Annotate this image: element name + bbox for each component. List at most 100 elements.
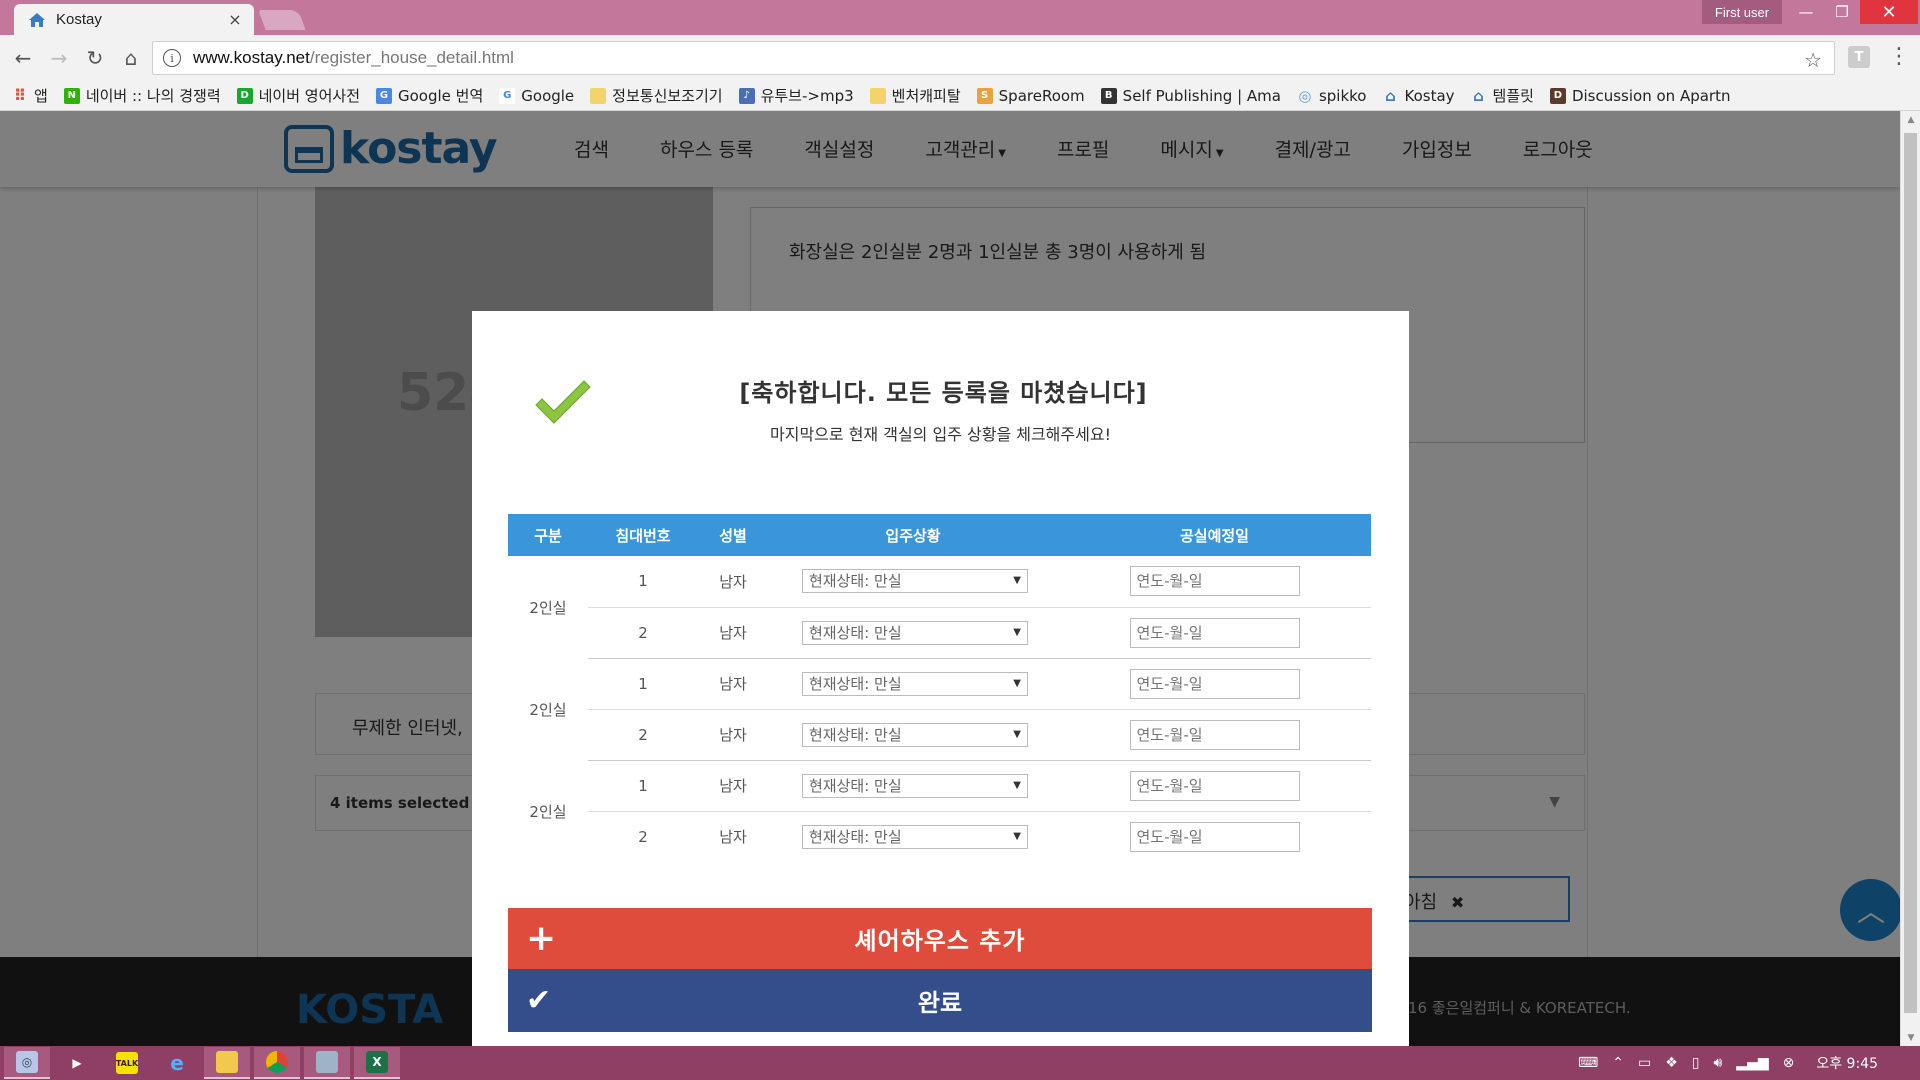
add-sharehouse-label: 셰어하우스 추가 — [854, 927, 1026, 955]
taskbar-chrome[interactable] — [254, 1047, 300, 1079]
bed-number-cell: 1 — [588, 556, 698, 608]
folder-icon — [869, 87, 886, 104]
url-host: www.kostay.net — [193, 48, 310, 67]
bookmark-item[interactable]: G Google — [499, 87, 574, 105]
tab-close-icon[interactable]: × — [226, 10, 244, 29]
bookmark-item[interactable]: ♪ 유투브->mp3 — [738, 85, 854, 106]
vacancy-date-input[interactable] — [1129, 719, 1300, 750]
taskbar-internet-explorer[interactable]: e — [154, 1047, 200, 1079]
done-button[interactable]: ✔ 완료 — [508, 969, 1372, 1032]
page-scrollbar[interactable]: ▲ ▼ — [1900, 111, 1920, 1046]
taskbar-kakaotalk[interactable]: TALK — [104, 1047, 150, 1079]
scroll-up-icon[interactable]: ▲ — [1901, 111, 1920, 128]
home-button-icon[interactable]: ⌂ — [114, 41, 148, 75]
bookmark-item[interactable]: ⠿ 앱 — [12, 85, 48, 106]
back-icon[interactable]: ← — [6, 41, 40, 75]
table-row: 2 남자 현재상태: 만실 ▼ — [508, 811, 1371, 862]
window-close-icon[interactable]: ✕ — [1860, 0, 1918, 24]
volume-icon[interactable]: 🔊︎ — [1713, 1055, 1722, 1071]
occupancy-status-select[interactable]: 현재상태: 만실 ▼ — [802, 620, 1028, 645]
taskbar-excel[interactable]: X — [354, 1047, 400, 1079]
occupancy-status-select[interactable]: 현재상태: 만실 ▼ — [802, 824, 1028, 849]
taskbar-media-player[interactable]: ▶ — [54, 1047, 100, 1079]
bookmark-item[interactable]: ⌂ Kostay — [1383, 87, 1454, 105]
google-icon: G — [499, 87, 516, 104]
media-player-icon: ▶ — [72, 1056, 82, 1070]
bookmark-label: 템플릿 — [1492, 87, 1534, 105]
vacancy-date-input[interactable] — [1129, 668, 1300, 699]
scroll-down-icon[interactable]: ▼ — [1901, 1029, 1920, 1046]
occupancy-status-select[interactable]: 현재상태: 만실 ▼ — [802, 569, 1028, 594]
gender-cell: 남자 — [719, 828, 747, 847]
naver-icon: N — [63, 87, 80, 104]
system-tray: ⌨ ⌃ ▭ ❖ ▯ 🔊︎ ▂▄▆ ⊗ 오후 9:45 — [1564, 1046, 1908, 1080]
vacancy-date-cell — [1058, 556, 1371, 608]
bookmarks-bar: ⠿ 앱 N 네이버 :: 나의 경쟁력 D 네이버 영어사전 G Google 번역 G Goog… — [0, 81, 1920, 111]
gender-cell: 남자 — [698, 556, 768, 608]
maximize-icon[interactable]: ❐ — [1824, 0, 1860, 24]
forward-icon[interactable]: → — [42, 41, 76, 75]
taskbar-app[interactable] — [304, 1047, 350, 1079]
scroll-thumb[interactable] — [1904, 133, 1917, 1013]
occupancy-status-select[interactable]: 현재상태: 만실 ▼ — [802, 722, 1028, 747]
minimize-icon[interactable]: — — [1788, 0, 1824, 24]
bookmark-item[interactable]: D Discussion on Apartn — [1549, 87, 1730, 105]
excel-icon: X — [366, 1051, 388, 1073]
bookmark-item[interactable]: 벤처캐피탈 — [869, 85, 961, 106]
occupancy-status-value: 현재상태: 만실 — [809, 725, 902, 744]
extension-icon[interactable]: T — [1848, 46, 1870, 68]
occupancy-status-select[interactable]: 현재상태: 만실 ▼ — [802, 773, 1028, 798]
bookmark-star-icon[interactable]: ☆ — [1804, 48, 1822, 72]
occupancy-table: 구분 침대번호 성별 입주상황 공실예정일 2인실1남자현재상태: 만실▼2남자… — [508, 514, 1371, 862]
dictionary-icon: D — [236, 87, 253, 104]
bookmark-item[interactable]: ◎ spikko — [1297, 87, 1366, 105]
vacancy-date-input[interactable] — [1129, 617, 1300, 648]
vacancy-date-input[interactable] — [1129, 821, 1300, 852]
dropdown-arrow-icon: ▼ — [1013, 728, 1021, 740]
col-header-occupancy: 입주상황 — [768, 514, 1058, 556]
bookmark-item[interactable]: N 네이버 :: 나의 경쟁력 — [63, 85, 221, 106]
signal-icon[interactable]: ▂▄▆ — [1736, 1055, 1768, 1071]
network-icon[interactable]: ▭ — [1638, 1055, 1651, 1071]
col-header-vacancy-date: 공실예정일 — [1058, 514, 1371, 556]
gender-cell: 남자 — [698, 709, 768, 761]
browser-menu-icon[interactable]: ⋮ — [1888, 43, 1910, 71]
vacancy-date-input[interactable] — [1129, 566, 1300, 597]
dropbox-icon[interactable]: ❖ — [1665, 1055, 1678, 1071]
occupancy-status-select[interactable]: 현재상태: 만실 ▼ — [802, 671, 1028, 696]
new-tab-button[interactable] — [258, 10, 306, 30]
reload-icon[interactable]: ↻ — [78, 41, 112, 75]
bookmark-item[interactable]: G Google 번역 — [376, 85, 483, 106]
occupancy-status-value: 현재상태: 만실 — [809, 623, 902, 642]
windows-taskbar: ◎ ▶ TALK e X ⌨ ⌃ ▭ ❖ ▯ 🔊︎ ▂▄▆ ⊗ 오후 9:45 — [0, 1046, 1920, 1080]
info-icon[interactable]: i — [163, 49, 181, 67]
start-button[interactable]: ◎ — [4, 1047, 50, 1079]
modal-subtitle: 마지막으로 현재 객실의 입주 상황을 체크해주세요! — [770, 425, 1111, 444]
tab-title: Kostay — [56, 11, 102, 28]
taskbar-file-explorer[interactable] — [204, 1047, 250, 1079]
bookmark-item[interactable]: D 네이버 영어사전 — [236, 85, 360, 106]
bookmark-label: 정보통신보조기기 — [612, 87, 723, 105]
bookmark-item[interactable]: 정보통신보조기기 — [590, 85, 723, 106]
vacancy-date-input[interactable] — [1129, 770, 1300, 801]
dropdown-arrow-icon: ▼ — [1013, 677, 1021, 689]
action-center-icon[interactable]: ⊗ — [1783, 1055, 1795, 1071]
bookmark-item[interactable]: B Self Publishing | Ama — [1100, 87, 1281, 105]
dropdown-arrow-icon: ▼ — [1013, 626, 1021, 638]
address-bar[interactable]: i www.kostay.net/register_house_detail.h… — [152, 41, 1835, 75]
kakaotalk-icon: TALK — [116, 1052, 138, 1074]
bookmark-label: 앱 — [34, 87, 48, 105]
clock[interactable]: 오후 9:45 — [1816, 1053, 1878, 1073]
discussion-icon: D — [1549, 87, 1566, 104]
bookmark-item[interactable]: ⌂ 템플릿 — [1471, 85, 1534, 106]
folder-icon — [590, 87, 607, 104]
done-label: 완료 — [917, 989, 963, 1017]
battery-icon[interactable]: ▯ — [1692, 1055, 1700, 1071]
keyboard-icon[interactable]: ⌨ — [1578, 1055, 1598, 1071]
add-sharehouse-button[interactable]: + 셰어하우스 추가 — [508, 908, 1372, 969]
browser-tab-kostay[interactable]: Kostay × — [14, 4, 254, 35]
profile-button[interactable]: First user — [1702, 0, 1782, 24]
tray-expand-icon[interactable]: ⌃ — [1612, 1055, 1624, 1071]
vacancy-date-cell — [1058, 709, 1371, 761]
bookmark-item[interactable]: S SpareRoom — [976, 87, 1085, 105]
